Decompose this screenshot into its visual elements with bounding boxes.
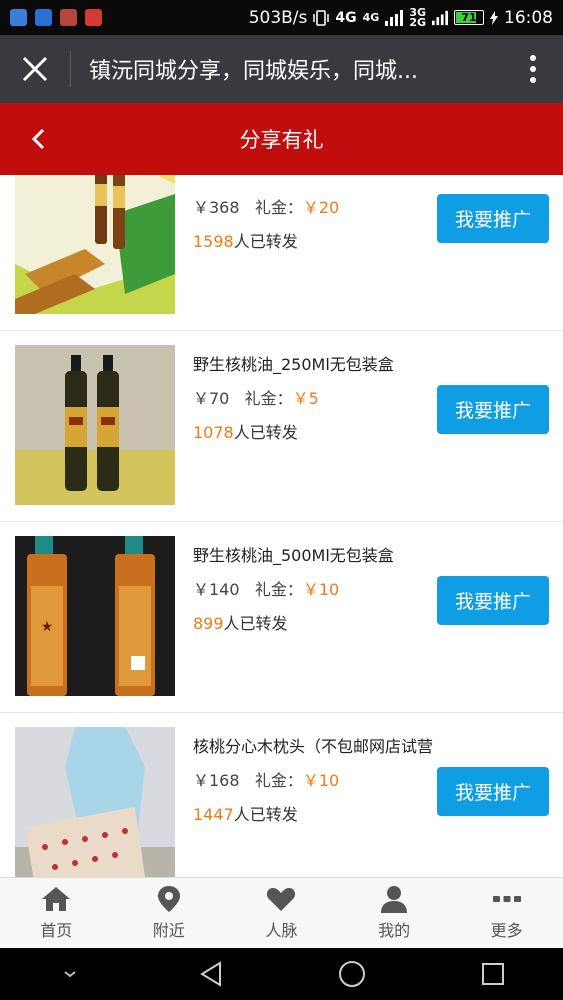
product-price: ￥168 [193, 771, 240, 790]
nav-item-contacts[interactable]: 人脉 [225, 878, 338, 948]
clock: 16:08 [504, 7, 553, 28]
share-suffix: 人已转发 [223, 614, 288, 633]
signal-icon [385, 9, 404, 26]
nav-label: 人脉 [265, 921, 298, 940]
share-suffix: 人已转发 [233, 423, 298, 442]
network-2g-label: 2G [409, 15, 426, 29]
price-line: ￥140 礼金：￥10 [193, 576, 339, 600]
back-button[interactable] [20, 121, 56, 157]
heart-icon [267, 888, 296, 911]
network-speed: 503B/s [248, 7, 308, 28]
nav-label: 首页 [40, 921, 73, 940]
network-4g-small: 4G [362, 10, 380, 24]
share-count-line: 899人已转发 [193, 610, 288, 634]
nav-label: 附近 [152, 921, 185, 940]
location-pin-icon [157, 886, 180, 912]
shield-notification-icon [35, 9, 52, 26]
gift-amount: ￥10 [302, 580, 340, 599]
share-count: 1598 [193, 232, 234, 251]
product-item[interactable]: 核桃分心木枕头（不包邮网店试营 ￥168 礼金：￥10 1447人已转发 我要推… [0, 713, 563, 877]
nav-item-mine[interactable]: 我的 [338, 878, 451, 948]
nav-label: 更多 [490, 921, 523, 940]
promote-button[interactable]: 我要推广 [437, 194, 549, 243]
promote-button[interactable]: 我要推广 [437, 385, 549, 434]
bottom-nav: 首页 附近 人脉 我的 更多 [0, 877, 563, 948]
product-item[interactable]: ￥368 礼金：￥20 1598人已转发 我要推广 [0, 175, 563, 331]
hide-nav-button[interactable] [50, 954, 90, 994]
user-icon [381, 886, 408, 913]
recents-nav-button[interactable] [473, 954, 513, 994]
signal-icon [432, 10, 448, 25]
price-line: ￥70 礼金：￥5 [193, 385, 319, 409]
nav-item-home[interactable]: 首页 [0, 878, 113, 948]
share-count-line: 1598人已转发 [193, 228, 298, 252]
product-image [15, 345, 175, 505]
chevron-left-icon [31, 128, 45, 150]
network-3g2g: 3G 2G [409, 7, 426, 29]
nav-item-more[interactable]: 更多 [450, 878, 563, 948]
browser-title-bar: 镇沅同城分享，同城娱乐，同城... [0, 35, 563, 103]
share-suffix: 人已转发 [233, 232, 298, 251]
more-options-button[interactable] [503, 35, 563, 103]
back-triangle-icon [200, 961, 222, 987]
home-circle-icon [338, 961, 365, 987]
more-icon [492, 896, 521, 902]
share-count-line: 1078人已转发 [193, 419, 298, 443]
product-image [15, 727, 175, 877]
product-item[interactable]: 野生核桃油_250Ml无包装盒 ￥70 礼金：￥5 1078人已转发 我要推广 [0, 331, 563, 522]
vertical-dots-icon [530, 55, 536, 83]
page-title: 镇沅同城分享，同城娱乐，同城... [89, 59, 418, 84]
product-price: ￥70 [193, 389, 230, 408]
chevron-down-icon [64, 971, 76, 978]
gift-amount: ￥20 [302, 198, 340, 217]
gift-label: 礼金： [254, 580, 303, 599]
back-nav-button[interactable] [191, 954, 231, 994]
product-name: 核桃分心木枕头（不包邮网店试营 [193, 737, 434, 756]
share-count: 899 [193, 614, 224, 633]
notification-icons [10, 9, 102, 26]
product-image [15, 175, 175, 314]
gift-amount: ￥5 [292, 389, 319, 408]
share-count: 1447 [193, 805, 234, 824]
status-bar: 503B/s 4G 4G 3G 2G 71 16:08 [0, 0, 563, 35]
nav-label: 我的 [378, 921, 411, 940]
share-count: 1078 [193, 423, 234, 442]
app-notification-icon [85, 9, 102, 26]
system-nav-bar [0, 948, 563, 1000]
share-suffix: 人已转发 [233, 805, 298, 824]
battery-icon: 71 [454, 10, 484, 25]
app-notification-icon [60, 9, 77, 26]
header-title: 分享有礼 [239, 128, 324, 152]
product-name: 野生核桃油_500Ml无包装盒 [193, 546, 394, 565]
close-icon [22, 56, 48, 82]
close-button[interactable] [0, 35, 70, 103]
network-4g-small-label: 4G [362, 10, 380, 24]
home-nav-button[interactable] [332, 954, 372, 994]
home-icon [42, 887, 71, 911]
svg-text:★: ★ [41, 619, 54, 635]
product-price: ￥140 [193, 580, 240, 599]
network-type-label: 4G [335, 9, 357, 26]
product-name: 野生核桃油_250Ml无包装盒 [193, 355, 394, 374]
product-image: ★ [15, 536, 175, 696]
charging-icon [490, 10, 498, 25]
share-count-line: 1447人已转发 [193, 801, 298, 825]
battery-level: 71 [461, 11, 477, 24]
recents-square-icon [481, 963, 504, 985]
promote-button[interactable]: 我要推广 [437, 767, 549, 816]
gift-amount: ￥10 [302, 771, 340, 790]
product-price: ￥368 [193, 198, 240, 217]
gift-label: 礼金： [244, 389, 293, 408]
product-list[interactable]: ￥368 礼金：￥20 1598人已转发 我要推广 野生核桃油_250Ml无包装… [0, 175, 563, 877]
vibrate-icon [313, 9, 330, 26]
app-notification-icon [10, 9, 27, 26]
nav-item-nearby[interactable]: 附近 [113, 878, 226, 948]
page-header: 分享有礼 [0, 103, 563, 175]
price-line: ￥368 礼金：￥20 [193, 194, 339, 218]
gift-label: 礼金： [254, 198, 303, 217]
gift-label: 礼金： [254, 771, 303, 790]
product-item[interactable]: ★ 野生核桃油_500Ml无包装盒 ￥140 礼金：￥10 899人已转发 我要… [0, 522, 563, 713]
promote-button[interactable]: 我要推广 [437, 576, 549, 625]
price-line: ￥168 礼金：￥10 [193, 767, 339, 791]
